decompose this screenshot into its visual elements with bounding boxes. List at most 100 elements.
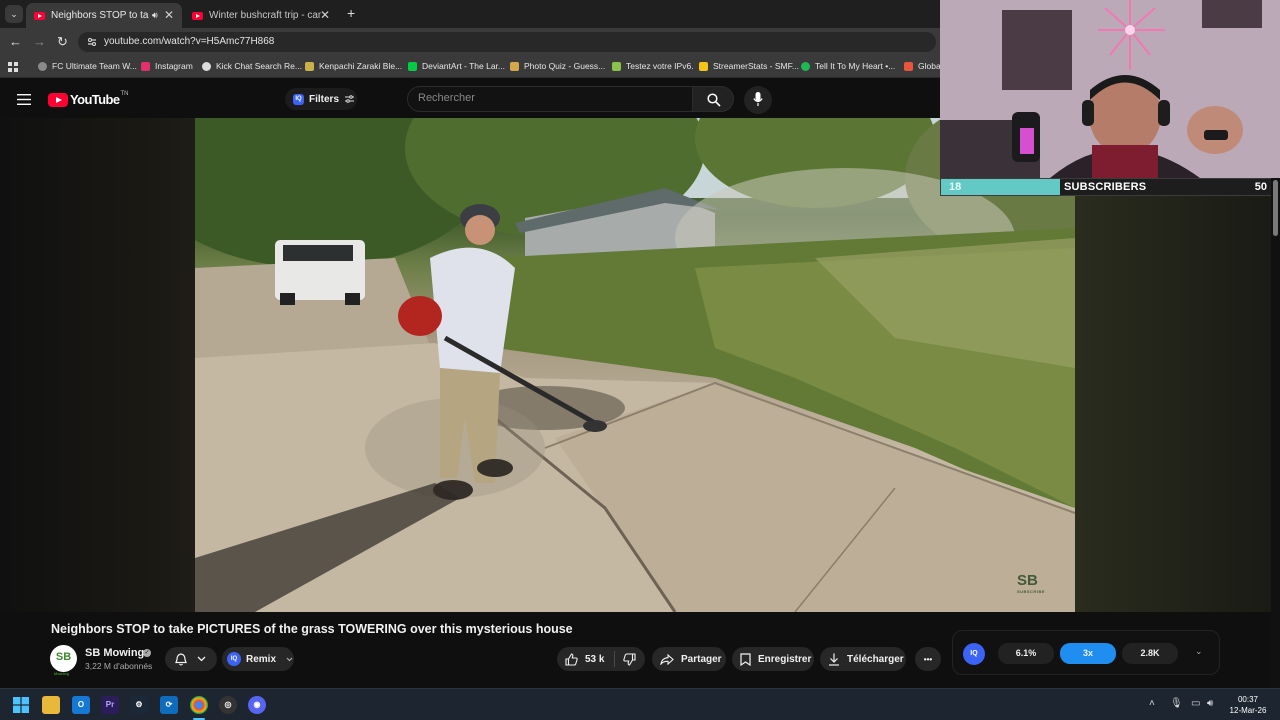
network-icon[interactable]: ▭ <box>1191 698 1200 709</box>
subscriber-current-count: 18 <box>949 181 962 193</box>
kick-icon <box>202 61 211 71</box>
search-box[interactable] <box>407 86 693 112</box>
remix-button[interactable]: IQ Remix <box>222 647 294 671</box>
extension-stat-percent[interactable]: 6.1% <box>998 643 1054 664</box>
iq-extension-icon[interactable]: IQ <box>963 643 985 665</box>
new-tab-button[interactable]: + <box>347 5 355 21</box>
forward-arrow-icon[interactable]: → <box>33 34 46 49</box>
app-icon[interactable]: ◎ <box>219 696 237 714</box>
filters-button[interactable]: IQ Filters <box>285 88 357 110</box>
app-icon[interactable]: ⟳ <box>160 696 178 714</box>
bookmark-item[interactable]: Photo Quiz - Guess... <box>510 61 605 71</box>
tab-title: Neighbors STOP to take PIC <box>51 10 149 21</box>
deviantart-icon <box>408 61 417 71</box>
tray-overflow-icon[interactable]: ˄ <box>1149 698 1155 709</box>
site-settings-icon[interactable] <box>87 37 97 47</box>
extension-stat-count[interactable]: 2.8K <box>1122 643 1178 664</box>
youtube-favicon-icon <box>192 11 203 20</box>
voice-search-button[interactable] <box>744 86 772 114</box>
close-tab-icon[interactable]: ✕ <box>164 8 174 22</box>
windows-taskbar: O Pr ⚙ ⟳ ◎ ◉ ˄ 🎙︎ ▭ 🔊︎ 00:37 12-Mar-26 <box>0 688 1280 720</box>
search-icon <box>707 93 721 107</box>
tab-inactive[interactable]: Winter bushcraft trip - canvas h ✕ <box>184 3 338 28</box>
playback-speed-button[interactable]: 3x <box>1060 643 1116 664</box>
ambient-right-band <box>1075 196 1280 612</box>
subscriber-goal-bar: 18 SUBSCRIBERS 50 <box>940 178 1272 196</box>
like-button[interactable]: 53 k <box>565 652 605 666</box>
webcam-frame <box>940 0 1280 178</box>
channel-watermark[interactable]: SB SUBSCRIBE <box>1017 572 1045 594</box>
bookmark-icon <box>740 652 751 666</box>
tab-active[interactable]: Neighbors STOP to take PIC 🔊︎ ✕ <box>26 3 182 28</box>
steam-icon[interactable]: ⚙ <box>130 696 148 714</box>
divider <box>614 651 616 667</box>
scrollbar-thumb[interactable] <box>1273 180 1278 236</box>
bookmark-item[interactable]: Globa <box>904 61 941 71</box>
download-icon <box>829 653 839 666</box>
instagram-icon <box>141 61 150 71</box>
page-scrollbar[interactable] <box>1271 178 1280 700</box>
bookmark-item[interactable]: DeviantArt - The Lar... <box>408 61 505 71</box>
clock-time: 00:37 <box>1237 695 1259 704</box>
bookmarks-bar: FC Ultimate Team W... Instagram Kick Cha… <box>0 56 941 78</box>
sliders-icon <box>345 95 355 103</box>
bookmark-favicon-icon <box>38 61 47 71</box>
bookmark-item[interactable]: StreamerStats - SMF... <box>699 61 799 71</box>
discord-icon[interactable]: ◉ <box>248 696 266 714</box>
channel-avatar[interactable]: SB Mowing <box>50 645 77 676</box>
tab-search-button[interactable]: ⌄ <box>5 5 23 23</box>
back-arrow-icon[interactable]: ← <box>9 34 22 49</box>
bookmark-item[interactable]: Testez votre IPv6. <box>612 61 694 71</box>
save-button[interactable]: Enregistrer <box>732 647 814 671</box>
system-clock[interactable]: 00:37 12-Mar-26 <box>1226 694 1270 716</box>
ambient-left-band <box>0 118 195 612</box>
more-actions-button[interactable]: ••• <box>915 647 941 671</box>
bookmark-item[interactable]: Instagram <box>141 61 193 71</box>
iq-extension-icon: IQ <box>293 93 304 105</box>
apps-grid-icon[interactable] <box>8 62 18 72</box>
iq-extension-icon: IQ <box>227 652 241 666</box>
subscriber-count: 3,22 M d'abonnés <box>85 661 153 671</box>
youtube-favicon-icon <box>34 11 45 20</box>
chevron-down-icon[interactable]: ⌄ <box>1195 646 1203 657</box>
bookmark-favicon-icon <box>699 61 708 71</box>
tab-title: Winter bushcraft trip - canvas h <box>209 10 321 21</box>
file-explorer-icon[interactable] <box>42 696 60 714</box>
search-input[interactable] <box>418 92 678 104</box>
webcam-overlay <box>940 0 1280 178</box>
channel-name[interactable]: SB Mowing <box>85 647 144 659</box>
like-count: 53 k <box>585 653 605 665</box>
microphone-icon <box>753 92 763 106</box>
youtube-header: YouTube TN IQ Filters <box>0 80 940 118</box>
search-button[interactable] <box>692 86 734 112</box>
outlook-icon[interactable]: O <box>72 696 90 714</box>
bookmark-favicon-icon <box>305 61 314 71</box>
notifications-button[interactable] <box>165 647 217 671</box>
browser-toolbar: ← → ↻ youtube.com/watch?v=H5Amc77H868 <box>0 28 940 56</box>
thumbs-down-icon[interactable] <box>623 652 637 666</box>
more-icon: ••• <box>923 654 933 664</box>
bookmark-item[interactable]: Tell It To My Heart •... <box>801 61 895 71</box>
close-tab-icon[interactable]: ✕ <box>320 8 330 22</box>
chrome-icon[interactable] <box>190 696 208 714</box>
hamburger-menu-icon[interactable] <box>17 94 31 105</box>
address-bar[interactable]: youtube.com/watch?v=H5Amc77H868 <box>78 32 936 52</box>
bookmark-favicon-icon <box>510 61 519 71</box>
extension-widget: IQ 6.1% 3x 2.8K ⌄ <box>952 630 1220 675</box>
microphone-icon[interactable]: 🎙︎ <box>1170 698 1183 709</box>
share-button[interactable]: Partager <box>652 647 726 671</box>
bookmark-item[interactable]: Kick Chat Search Re... <box>202 61 302 71</box>
spotify-icon <box>801 61 810 71</box>
download-button[interactable]: Télécharger <box>820 647 906 671</box>
bookmark-item[interactable]: FC Ultimate Team W... <box>38 61 137 71</box>
bookmark-favicon-icon <box>904 61 913 71</box>
thumbs-up-icon <box>565 652 578 666</box>
windows-start-icon[interactable] <box>13 697 29 713</box>
premiere-pro-icon[interactable]: Pr <box>101 696 119 714</box>
reload-icon[interactable]: ↻ <box>57 34 68 50</box>
bookmark-item[interactable]: Kenpachi Zaraki Ble... <box>305 61 402 71</box>
youtube-logo[interactable]: YouTube TN <box>48 91 128 107</box>
volume-icon[interactable]: 🔊︎ <box>1207 698 1213 709</box>
video-title: Neighbors STOP to take PICTURES of the g… <box>51 622 573 636</box>
speaker-icon[interactable]: 🔊︎ <box>152 10 158 21</box>
